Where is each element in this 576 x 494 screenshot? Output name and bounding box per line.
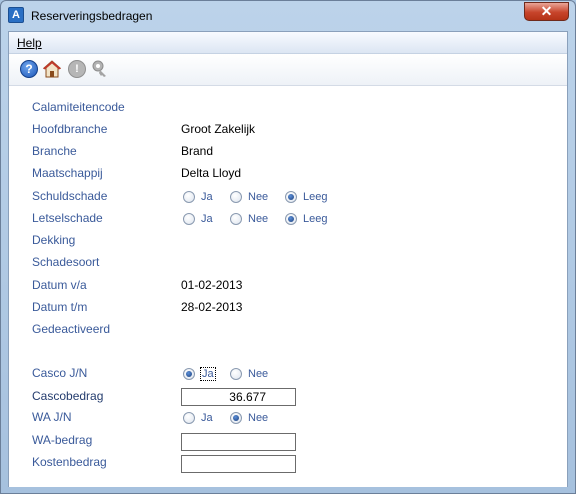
radio-button-selected[interactable] (183, 368, 195, 380)
value-maatschappij: Delta Lloyd (181, 166, 242, 180)
radio-button[interactable] (183, 412, 195, 424)
radio-button-selected[interactable] (230, 412, 242, 424)
info-icon[interactable]: ! (68, 60, 86, 78)
label-dekking: Dekking (32, 233, 76, 247)
option-label: Ja (201, 191, 213, 203)
radio-button-selected[interactable] (285, 191, 297, 203)
cascobedrag-input[interactable]: 36.677 (181, 388, 296, 406)
label-kostenbedrag: Kostenbedrag (32, 455, 107, 469)
schuldschade-option-ja[interactable]: Ja (183, 189, 213, 205)
radio-button[interactable] (230, 213, 242, 225)
title-bar[interactable]: A Reserveringsbedragen ✕ (1, 1, 575, 31)
toolbar: ? ! (9, 54, 567, 86)
option-label: Nee (248, 213, 269, 225)
radio-button-selected[interactable] (285, 213, 297, 225)
label-cascobedrag: Cascobedrag (32, 389, 104, 403)
label-maatschappij: Maatschappij (32, 166, 103, 180)
radio-button[interactable] (183, 191, 195, 203)
label-casco-jn: Casco J/N (32, 366, 88, 380)
wa-option-nee[interactable]: Nee (230, 410, 268, 426)
close-button[interactable]: ✕ (524, 2, 569, 21)
label-wa-bedrag: WA-bedrag (32, 433, 93, 447)
value-datum-va: 01-02-2013 (181, 278, 243, 292)
value-hoofdbranche: Groot Zakelijk (181, 122, 256, 136)
label-hoofdbranche: Hoofdbranche (32, 122, 108, 136)
label-wa-jn: WA J/N (32, 410, 72, 424)
option-label: Ja (201, 412, 213, 424)
letselschade-option-nee[interactable]: Nee (230, 211, 268, 227)
reservation-form: Calamiteitencode Hoofdbranche Groot Zake… (9, 87, 567, 487)
client-area: Help ? ! Calamiteitencode Hoofdbranche G… (8, 31, 568, 487)
label-datum-tm: Datum t/m (32, 300, 88, 314)
wa-bedrag-input[interactable] (181, 433, 296, 451)
label-schuldschade: Schuldschade (32, 189, 108, 203)
radio-button[interactable] (183, 213, 195, 225)
radio-button[interactable] (230, 368, 242, 380)
casco-option-ja[interactable]: Ja (183, 366, 216, 382)
help-icon[interactable]: ? (20, 60, 38, 78)
option-label: Leeg (303, 191, 328, 203)
schuldschade-option-leeg[interactable]: Leeg (285, 189, 327, 205)
label-branche: Branche (32, 144, 77, 158)
letselschade-option-leeg[interactable]: Leeg (285, 211, 327, 227)
label-schadesoort: Schadesoort (32, 255, 100, 269)
label-calamiteitencode: Calamiteitencode (32, 100, 125, 114)
kostenbedrag-input[interactable] (181, 455, 296, 473)
option-label: Ja (201, 213, 213, 225)
option-label: Nee (248, 412, 269, 424)
menu-help[interactable]: Help (17, 36, 42, 50)
window-title: Reserveringsbedragen (31, 9, 153, 23)
letselschade-option-ja[interactable]: Ja (183, 211, 213, 227)
option-label: Ja (200, 367, 216, 381)
app-icon: A (8, 7, 24, 23)
home-icon[interactable] (42, 60, 62, 78)
option-label: Leeg (303, 213, 328, 225)
label-letselschade: Letselschade (32, 211, 103, 225)
option-label: Nee (248, 191, 269, 203)
value-datum-tm: 28-02-2013 (181, 300, 243, 314)
label-gedeactiveerd: Gedeactiveerd (32, 322, 111, 336)
label-datum-va: Datum v/a (32, 278, 87, 292)
radio-button[interactable] (230, 191, 242, 203)
wa-option-ja[interactable]: Ja (183, 410, 213, 426)
schuldschade-option-nee[interactable]: Nee (230, 189, 268, 205)
menu-bar: Help (9, 32, 567, 54)
option-label: Nee (248, 368, 269, 380)
key-icon[interactable] (91, 60, 109, 78)
casco-option-nee[interactable]: Nee (230, 366, 268, 382)
value-branche: Brand (181, 144, 214, 158)
menu-help-label: Help (17, 36, 42, 50)
main-window: A Reserveringsbedragen ✕ Help ? ! Calami… (0, 0, 576, 494)
